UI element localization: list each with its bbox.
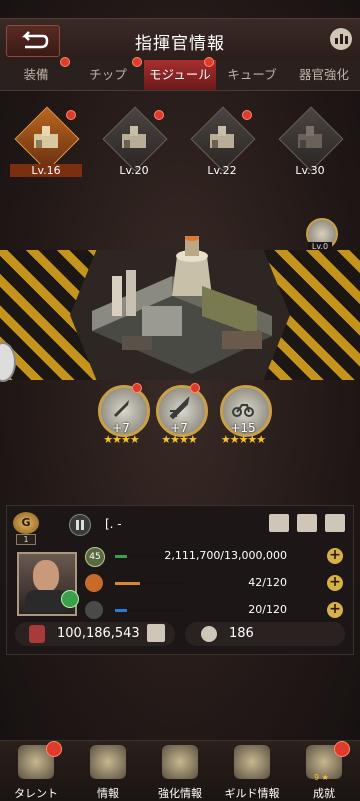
- factory-icon: [34, 126, 58, 148]
- tab-organ-enhance[interactable]: 器官強化: [288, 60, 360, 90]
- notification-dot: [60, 57, 70, 67]
- factory-icon: [122, 126, 146, 148]
- nav-achievement[interactable]: 9 ★ 成就: [288, 741, 360, 801]
- profile-settings-icon[interactable]: [269, 514, 289, 532]
- fuel-icon: [85, 574, 103, 592]
- tab-chips[interactable]: チップ: [72, 57, 144, 90]
- tab-modules[interactable]: モジュール: [144, 57, 216, 90]
- notification-dot: [46, 741, 62, 757]
- add-fuel-button[interactable]: +: [327, 575, 343, 591]
- header-bar: 指揮官情報: [0, 18, 360, 62]
- side-module-badge[interactable]: Lv.0: [304, 218, 338, 252]
- tab-equipment[interactable]: 装備: [0, 57, 72, 90]
- stat-bars: 45 2,111,700/13,000,000 + 42/120 + 20/12…: [81, 544, 343, 625]
- skull-icon: [201, 626, 217, 642]
- rank-badge[interactable]: G 1: [13, 512, 39, 545]
- stat-row-energy: 20/120 +: [81, 598, 343, 625]
- add-exp-button[interactable]: +: [327, 548, 343, 564]
- notification-dot: [66, 110, 76, 120]
- enhance-icon: [162, 745, 198, 779]
- factory-icon: [298, 126, 322, 148]
- list-icon[interactable]: [297, 514, 317, 532]
- notification-dot: [190, 383, 200, 393]
- power-detail-icon[interactable]: [147, 624, 165, 642]
- notification-dot: [334, 741, 350, 757]
- module-slot-2[interactable]: Lv.20: [98, 106, 170, 186]
- chart-icon[interactable]: [330, 28, 352, 50]
- motorcycle-icon: [232, 404, 254, 417]
- notification-dot: [154, 110, 164, 120]
- skill-badge-2[interactable]: +7 ★★★★: [152, 383, 208, 455]
- power-icon: [29, 625, 45, 643]
- add-energy-button[interactable]: +: [327, 602, 343, 618]
- level-icon: 45: [85, 547, 105, 567]
- notification-dot: [132, 57, 142, 67]
- skill-badge-1[interactable]: +7 ★★★★: [94, 383, 150, 455]
- energy-icon: [85, 601, 103, 619]
- stat-row-fuel: 42/120 +: [81, 571, 343, 598]
- nav-enhance[interactable]: 強化情報: [144, 741, 216, 801]
- tab-bar: 装備 チップ モジュール キューブ 器官強化: [0, 57, 360, 91]
- missile-icon: [114, 400, 129, 417]
- info-icon: [90, 745, 126, 779]
- tab-cubes[interactable]: キューブ: [216, 60, 288, 90]
- kill-count: 186: [185, 622, 345, 646]
- edit-icon[interactable]: [325, 514, 345, 532]
- notification-dot: [204, 57, 214, 67]
- stat-row-exp: 45 2,111,700/13,000,000 +: [81, 544, 343, 571]
- notification-dot: [242, 110, 252, 120]
- commander-info-panel: G 1 [. - 45 2,111,700/13,000,000 + 42/12…: [6, 505, 354, 655]
- notification-dot: [132, 383, 142, 393]
- factory-illustration: [92, 236, 272, 374]
- pause-icon[interactable]: [69, 514, 91, 536]
- skill-badge-3[interactable]: +15 ★★★★★: [216, 385, 272, 455]
- module-slot-1[interactable]: Lv.16: [10, 106, 82, 186]
- module-slot-4[interactable]: Lv.30: [274, 106, 346, 186]
- module-slot-3[interactable]: Lv.22: [186, 106, 258, 186]
- bottom-nav: タレント 情報 強化情報 ギルド情報 9 ★ 成就: [0, 740, 360, 801]
- player-name: [. -: [105, 517, 122, 531]
- guild-icon: [234, 745, 270, 779]
- refresh-icon[interactable]: [61, 590, 79, 608]
- rocket-icon: [169, 397, 190, 419]
- factory-icon: [210, 126, 234, 148]
- nav-info[interactable]: 情報: [72, 741, 144, 801]
- page-title: 指揮官情報: [135, 34, 225, 54]
- nav-guild[interactable]: ギルド情報: [216, 741, 288, 801]
- nav-talent[interactable]: タレント: [0, 741, 72, 801]
